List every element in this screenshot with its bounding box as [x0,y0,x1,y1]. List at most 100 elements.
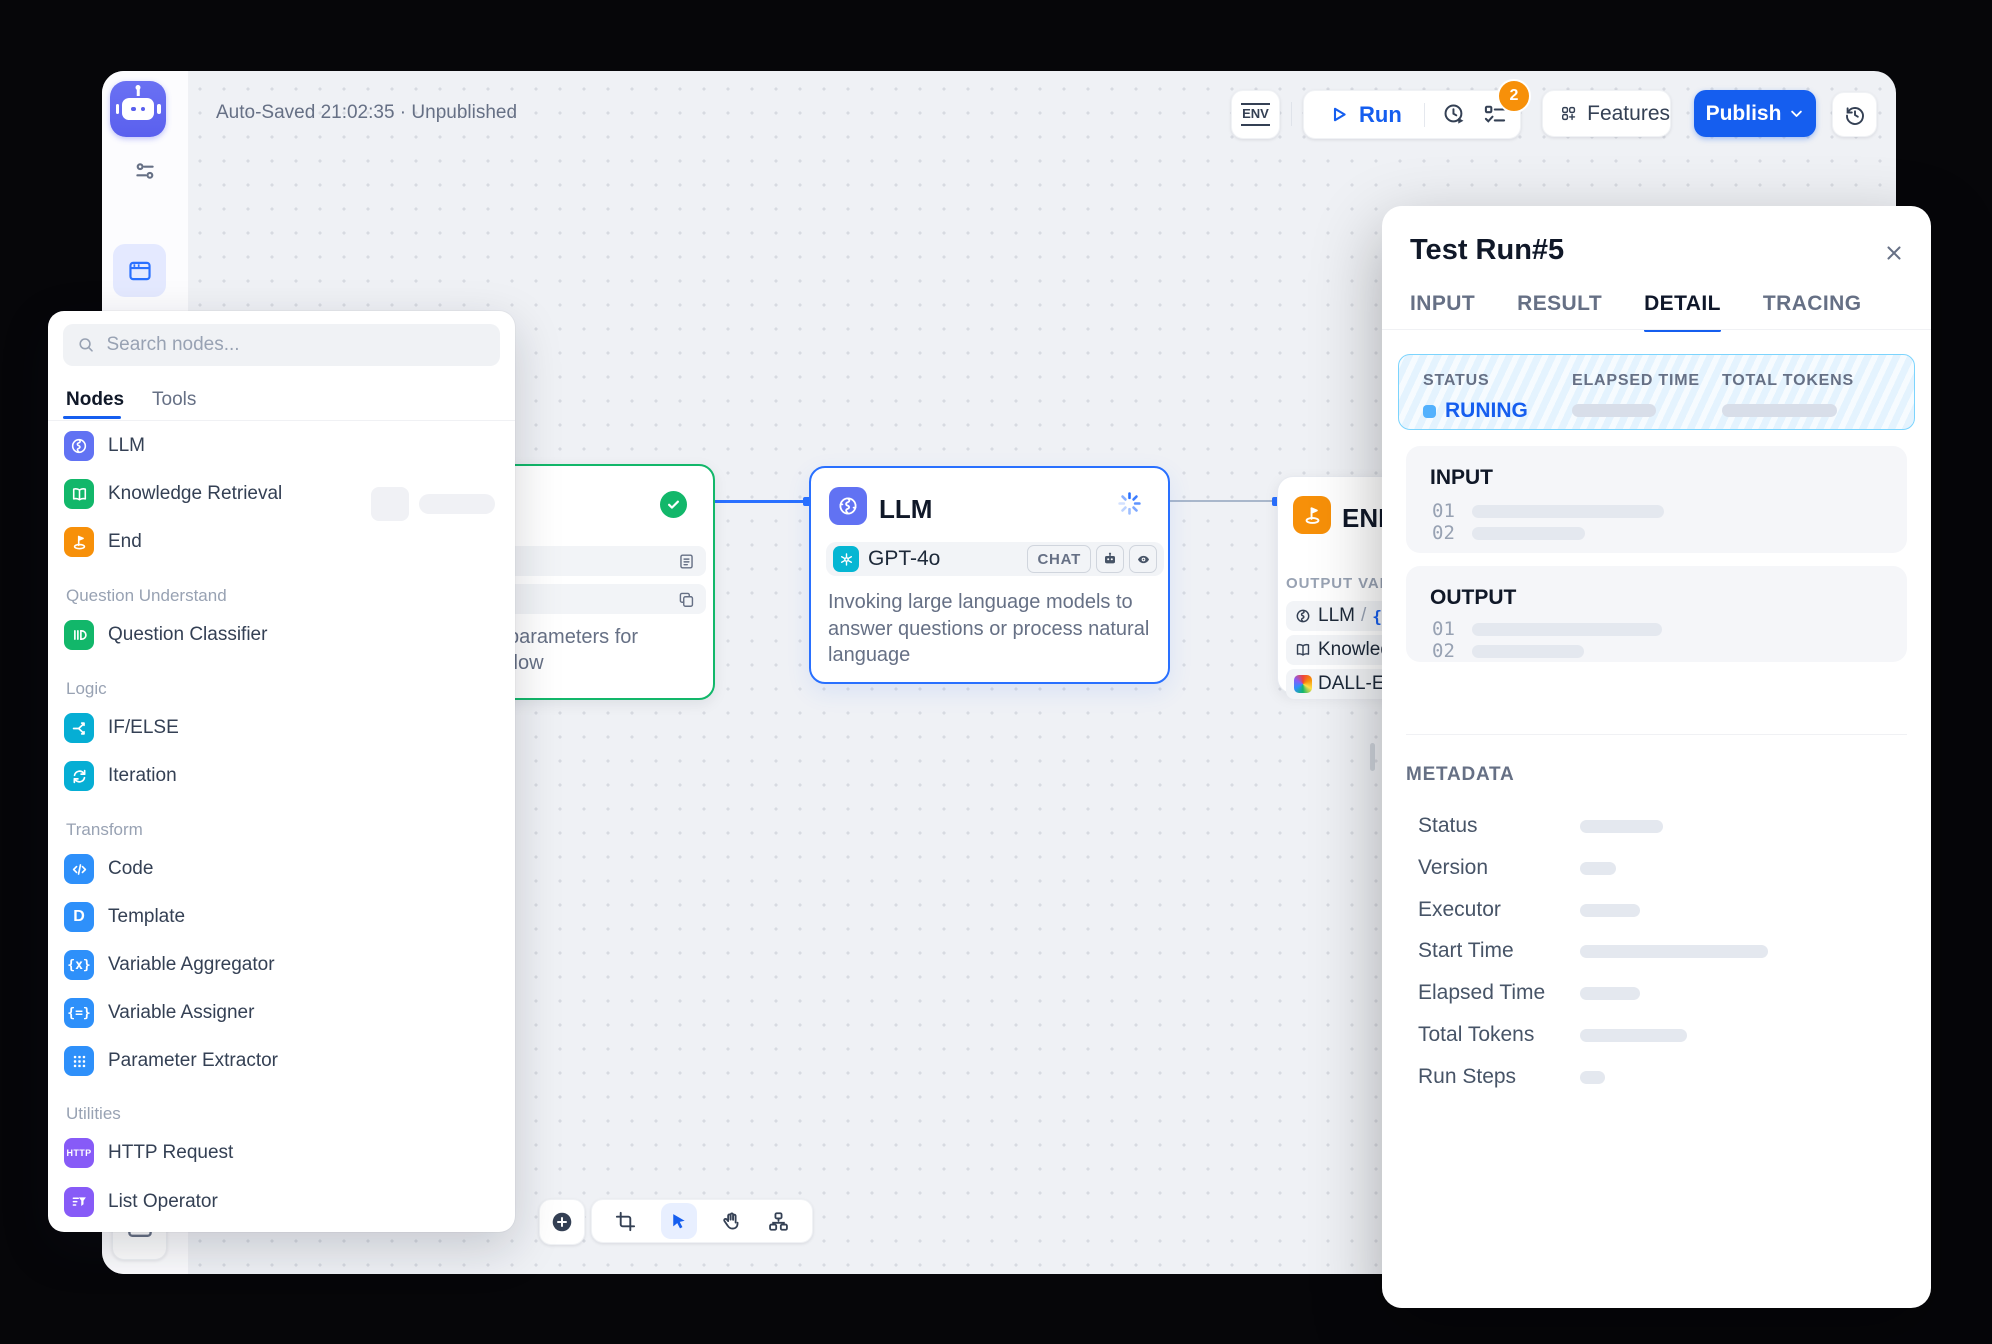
node-panel-toggle-button[interactable] [113,244,166,297]
crop-icon [614,1210,637,1233]
loop-icon [64,761,94,791]
play-icon [1328,104,1349,125]
hand-icon [720,1210,743,1233]
pointer-tool-button[interactable] [661,1203,697,1239]
input-skeleton [1472,527,1585,540]
input-skeleton [1472,505,1664,518]
clock-play-icon [1442,102,1467,127]
branch-icon [64,713,94,743]
node-item-end[interactable]: End [64,522,494,562]
env-icon: ENV [1241,103,1270,125]
tab-input[interactable]: INPUT [1410,292,1475,332]
panel-title: Test Run#5 [1410,234,1564,267]
add-node-button[interactable] [539,1199,585,1245]
vision-badge [1129,545,1157,573]
row-index: 01 [1432,618,1455,640]
node-section-logic: Logic [66,677,107,701]
app-logo[interactable] [110,81,166,137]
status-dot [1423,405,1436,418]
node-item-code[interactable]: Code [64,849,494,889]
tab-tools[interactable]: Tools [152,389,196,411]
tab-detail[interactable]: DETAIL [1644,292,1721,332]
hand-tool-button[interactable] [720,1210,743,1233]
output-skeleton [1472,623,1662,636]
node-item-template[interactable]: D Template [64,897,494,937]
meta-skeleton [1580,1029,1687,1042]
node-item-knowledge-retrieval[interactable]: Knowledge Retrieval [64,474,494,514]
row-index: 02 [1432,522,1455,544]
tabs-divider [1382,329,1931,330]
close-icon [1883,242,1905,264]
tab-nodes[interactable]: Nodes [66,389,124,411]
run-group-divider [1424,103,1425,127]
robot-icon [122,98,154,120]
run-history-time-button[interactable] [1442,102,1467,127]
node-item-variable-assigner[interactable]: {=} Variable Assigner [64,993,494,1033]
features-button[interactable]: Features [1542,90,1671,137]
openai-icon [833,546,859,572]
chevron-down-icon [1789,106,1804,121]
workflow-settings-button[interactable] [127,153,163,189]
node-section-transform: Transform [66,818,143,842]
tabs-divider [48,420,515,421]
llm-node-description: Invoking large language models to answer… [828,589,1150,669]
elapsed-time-label: ELAPSED TIME [1572,372,1700,390]
meta-skeleton [1580,820,1663,833]
autosave-status: Auto-Saved 21:02:35 · Unpublished [216,102,517,124]
panel-resize-handle[interactable] [1370,743,1375,771]
node-item-if-else[interactable]: IF/ELSE [64,708,494,748]
search-input[interactable] [104,333,486,357]
meta-skeleton [1580,945,1768,958]
node-item-iteration[interactable]: Iteration [64,756,494,796]
dalle-icon [1294,675,1312,693]
variable-assigner-icon: {=} [64,998,94,1028]
classifier-icon [64,620,94,650]
meta-row-status: Status [1418,814,1663,838]
node-item-question-classifier[interactable]: Question Classifier [64,615,494,655]
search-box[interactable] [63,324,500,366]
list-filter-icon [64,1187,94,1217]
meta-row-executor: Executor [1418,898,1640,922]
model-selector[interactable]: GPT-4o CHAT [826,542,1164,576]
edge-llm-to-end [1166,500,1278,502]
book-glyph-icon [1294,641,1312,659]
meta-skeleton [1580,904,1640,917]
http-icon: HTTP [64,1138,94,1168]
env-button[interactable]: ENV [1231,90,1280,139]
publish-button[interactable]: Publish [1694,90,1816,137]
status-card: STATUS RUNING ELAPSED TIME TOTAL TOKENS [1398,354,1915,430]
layout-icon [767,1210,790,1233]
checklist-badge: 2 [1497,79,1531,113]
canvas-tools [591,1199,813,1243]
active-tab-underline [63,416,121,419]
success-check-icon [660,491,687,518]
variable-aggregator-icon: {x} [64,950,94,980]
llm-node[interactable]: LLM GPT-4o CHAT [809,466,1170,684]
output-card: OUTPUT 01 02 [1406,566,1907,662]
edge-start-to-llm [711,500,809,503]
organize-nodes-button[interactable] [767,1210,790,1233]
tokens-skeleton [1722,404,1837,417]
input-title: INPUT [1430,466,1493,490]
node-item-llm[interactable]: LLM [64,426,494,466]
status-value: RUNING [1445,399,1528,423]
node-item-variable-aggregator[interactable]: {x} Variable Aggregator [64,945,494,985]
node-item-list-operator[interactable]: List Operator [64,1182,494,1222]
capture-tool-button[interactable] [614,1210,637,1233]
tab-tracing[interactable]: TRACING [1763,292,1862,332]
node-item-parameter-extractor[interactable]: Parameter Extractor [64,1041,494,1081]
run-button[interactable]: Run [1328,102,1402,128]
agent-badge [1096,545,1124,573]
close-button[interactable] [1883,242,1905,264]
input-card: INPUT 01 02 [1406,446,1907,553]
node-panel: Nodes Tools LLM Knowledge Retrieval End … [48,311,515,1232]
total-tokens-label: TOTAL TOKENS [1722,372,1854,390]
running-spinner-icon [1116,490,1143,517]
features-grid-icon [1560,102,1577,125]
flag-icon [64,527,94,557]
document-icon [677,552,696,571]
version-history-button[interactable] [1832,92,1877,137]
status-label: STATUS [1423,372,1528,390]
tab-result[interactable]: RESULT [1517,292,1602,332]
node-item-http-request[interactable]: HTTP HTTP Request [64,1133,494,1173]
